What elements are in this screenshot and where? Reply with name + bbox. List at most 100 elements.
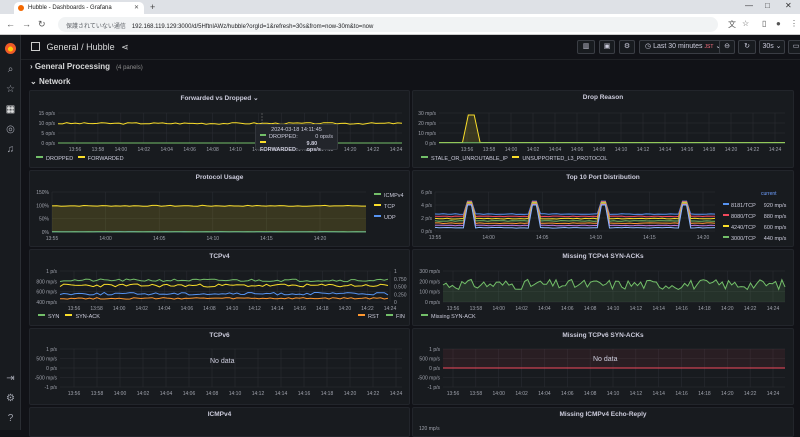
sign-in-icon[interactable]: ⇥ <box>0 373 21 385</box>
legend-column-header[interactable]: current <box>761 191 777 197</box>
starred-icon[interactable]: ☆ <box>0 84 21 96</box>
x-tick-label: 14:02 <box>515 391 528 397</box>
x-tick-label: 14:10 <box>590 235 603 241</box>
time-picker[interactable]: ◷ Last 30 minutesJST ⌄ <box>639 40 727 54</box>
y-tick-label: 0 p/s <box>46 366 57 372</box>
panel-drop-reason[interactable]: Drop Reason 30 mp/s20 mp/s10 mp/s0 p/s13… <box>412 90 794 168</box>
browser-tab[interactable]: Hubble - Dashboards - Grafana ✕ <box>14 2 144 14</box>
maximize-icon[interactable]: □ <box>765 1 770 10</box>
legend-item-dropped[interactable]: DROPPED <box>36 156 73 162</box>
panel-forwarded-vs-dropped[interactable]: Forwarded vs Dropped ⌄ 15 op/s10 op/s5 o… <box>29 90 410 168</box>
legend-item-udp[interactable]: UDP <box>374 213 404 224</box>
sidepanel-icon[interactable]: ▯ <box>762 19 766 28</box>
tv-mode-icon[interactable]: ▭ <box>788 40 800 54</box>
y-right-tick-label: 0 <box>394 300 397 306</box>
help-icon[interactable]: ? <box>0 413 21 425</box>
x-tick-label: 14:20 <box>344 147 357 153</box>
gear-icon[interactable]: ⚙ <box>0 393 21 405</box>
explore-icon[interactable]: ◎ <box>0 124 21 136</box>
y-tick-label: 600 mp/s <box>36 290 57 296</box>
menu-icon[interactable]: ⋮ <box>790 19 798 28</box>
legend-item-syn[interactable]: SYN <box>38 314 59 320</box>
panel-missing-tcpv6[interactable]: Missing TCPv6 SYN-ACKs 1 p/s500 mp/s0 p/… <box>412 328 794 405</box>
x-tick-label: 14:02 <box>527 147 540 153</box>
x-tick-label: 14:18 <box>316 306 329 312</box>
x-tick-label: 14:12 <box>252 391 265 397</box>
grafana-logo-icon[interactable] <box>5 43 16 54</box>
grafana-sidebar: ⌕ ☆ ▦ ◎ ♫ ⇥ ⚙ ? <box>0 35 21 430</box>
add-panel-icon[interactable]: ▥ <box>577 40 595 54</box>
legend-item-port[interactable]: 8080/TCP880 mp/s <box>723 212 786 223</box>
search-icon[interactable]: ⌕ <box>0 64 21 76</box>
legend-item-fin[interactable]: FIN <box>386 314 405 320</box>
panel-protocol-usage[interactable]: Protocol Usage 150%100%50%0%13:5514:0014… <box>29 170 410 247</box>
address-bar[interactable]: 保護されていない通信192.168.119.129:3000/d/5HftnlA… <box>58 17 718 32</box>
x-tick-label: 14:04 <box>160 147 173 153</box>
window-close-icon[interactable]: ✕ <box>785 1 792 10</box>
x-tick-label: 14:06 <box>183 391 196 397</box>
row-collapse-icon: › <box>30 62 33 71</box>
legend-item-syn-ack[interactable]: SYN-ACK <box>65 314 99 320</box>
legend-item-port[interactable]: 3000/TCP440 mp/s <box>723 234 786 245</box>
y-tick-label: -1 p/s <box>44 385 57 391</box>
back-icon[interactable]: ← <box>6 18 15 30</box>
x-tick-label: 13:56 <box>447 306 460 312</box>
legend-item-port[interactable]: 4240/TCP600 mp/s <box>723 223 786 234</box>
forward-icon[interactable]: → <box>22 18 31 30</box>
row-general-processing[interactable]: › General Processing(4 panels) <box>30 62 143 71</box>
legend-item-forwarded[interactable]: FORWARDED <box>78 156 124 162</box>
legend-item-unsupported[interactable]: UNSUPPORTED_L3_PROTOCOL <box>512 156 607 162</box>
alerting-icon[interactable]: ♫ <box>0 144 21 156</box>
x-tick-label: 14:02 <box>137 391 150 397</box>
x-tick-label: 14:10 <box>615 147 628 153</box>
hover-tooltip: 2024-03-18 14:11:45 DROPPED:0 ops/s FORW… <box>255 124 338 150</box>
x-tick-label: 14:08 <box>593 147 606 153</box>
x-tick-label: 14:14 <box>652 391 665 397</box>
legend: Missing SYN-ACK <box>421 314 476 320</box>
timezone-badge: JST <box>704 44 713 50</box>
close-icon[interactable]: ✕ <box>134 4 139 11</box>
refresh-interval-select[interactable]: 30s ⌄ <box>759 40 785 54</box>
legend-item-tcp[interactable]: TCP <box>374 202 404 213</box>
x-tick-label: 14:00 <box>99 236 112 242</box>
panel-missing-tcpv4[interactable]: Missing TCPv4 SYN-ACKs 300 mp/s200 mp/s1… <box>412 249 794 326</box>
refresh-icon[interactable]: ↻ <box>738 40 756 54</box>
row-network[interactable]: ⌄ Network <box>30 77 71 86</box>
x-tick-label: 14:08 <box>584 391 597 397</box>
x-tick-label: 14:00 <box>114 391 127 397</box>
breadcrumb-folder[interactable]: General <box>47 42 79 52</box>
panel-missing-icmpv4[interactable]: Missing ICMPv4 Echo-Reply 120 mp/s <box>412 407 794 437</box>
dashboards-icon[interactable]: ▦ <box>0 104 21 116</box>
x-tick-label: 14:04 <box>538 306 551 312</box>
legend-item-port[interactable]: 8181/TCP920 mp/s <box>723 201 786 212</box>
y-right-tick-label: 0.250 <box>394 292 407 298</box>
star-icon[interactable]: ☆ <box>742 19 749 28</box>
legend-item-rst[interactable]: RST <box>358 314 379 320</box>
y-tick-label: 0 mp/s <box>425 300 441 306</box>
translate-icon[interactable]: 文 <box>728 19 736 30</box>
panel-tcpv4[interactable]: TCPv4 1 p/s800 mp/s600 mp/s400 mp/s13:56… <box>29 249 410 326</box>
x-tick-label: 14:10 <box>229 391 242 397</box>
y-tick-label: 100 mp/s <box>419 290 440 296</box>
minimize-icon[interactable]: — <box>745 1 753 10</box>
breadcrumb-dashboard[interactable]: Hubble <box>86 42 115 52</box>
legend-item-icmpv4[interactable]: ICMPv4 <box>374 191 404 202</box>
x-tick-label: 13:58 <box>470 391 483 397</box>
legend-item-stale[interactable]: STALE_OR_UNROUTABLE_IP <box>421 156 508 162</box>
reload-icon[interactable]: ↻ <box>38 18 46 30</box>
panel-icmpv4[interactable]: ICMPv4 <box>29 407 410 437</box>
x-tick-label: 14:20 <box>697 235 710 241</box>
settings-gear-icon[interactable]: ⚙ <box>619 40 635 54</box>
legend-item-missing-syn-ack[interactable]: Missing SYN-ACK <box>421 314 476 320</box>
panel-title: ICMPv4 <box>30 411 409 418</box>
save-icon[interactable]: ▣ <box>599 40 615 54</box>
panel-top10-port[interactable]: Top 10 Port Distribution 6 p/s4 p/s2 p/s… <box>412 170 794 247</box>
new-tab-icon[interactable]: + <box>150 2 155 12</box>
panel-tcpv6[interactable]: TCPv6 1 p/s500 mp/s0 p/s-500 mp/s-1 p/s1… <box>29 328 410 405</box>
x-tick-label: 14:18 <box>703 147 716 153</box>
series-unsupported-l3-area <box>439 115 785 143</box>
zoom-out-icon[interactable]: ⊖ <box>719 40 735 54</box>
share-icon[interactable]: ⋖ <box>121 42 129 52</box>
x-tick-label: 14:18 <box>698 306 711 312</box>
profile-icon[interactable]: ● <box>776 19 781 28</box>
